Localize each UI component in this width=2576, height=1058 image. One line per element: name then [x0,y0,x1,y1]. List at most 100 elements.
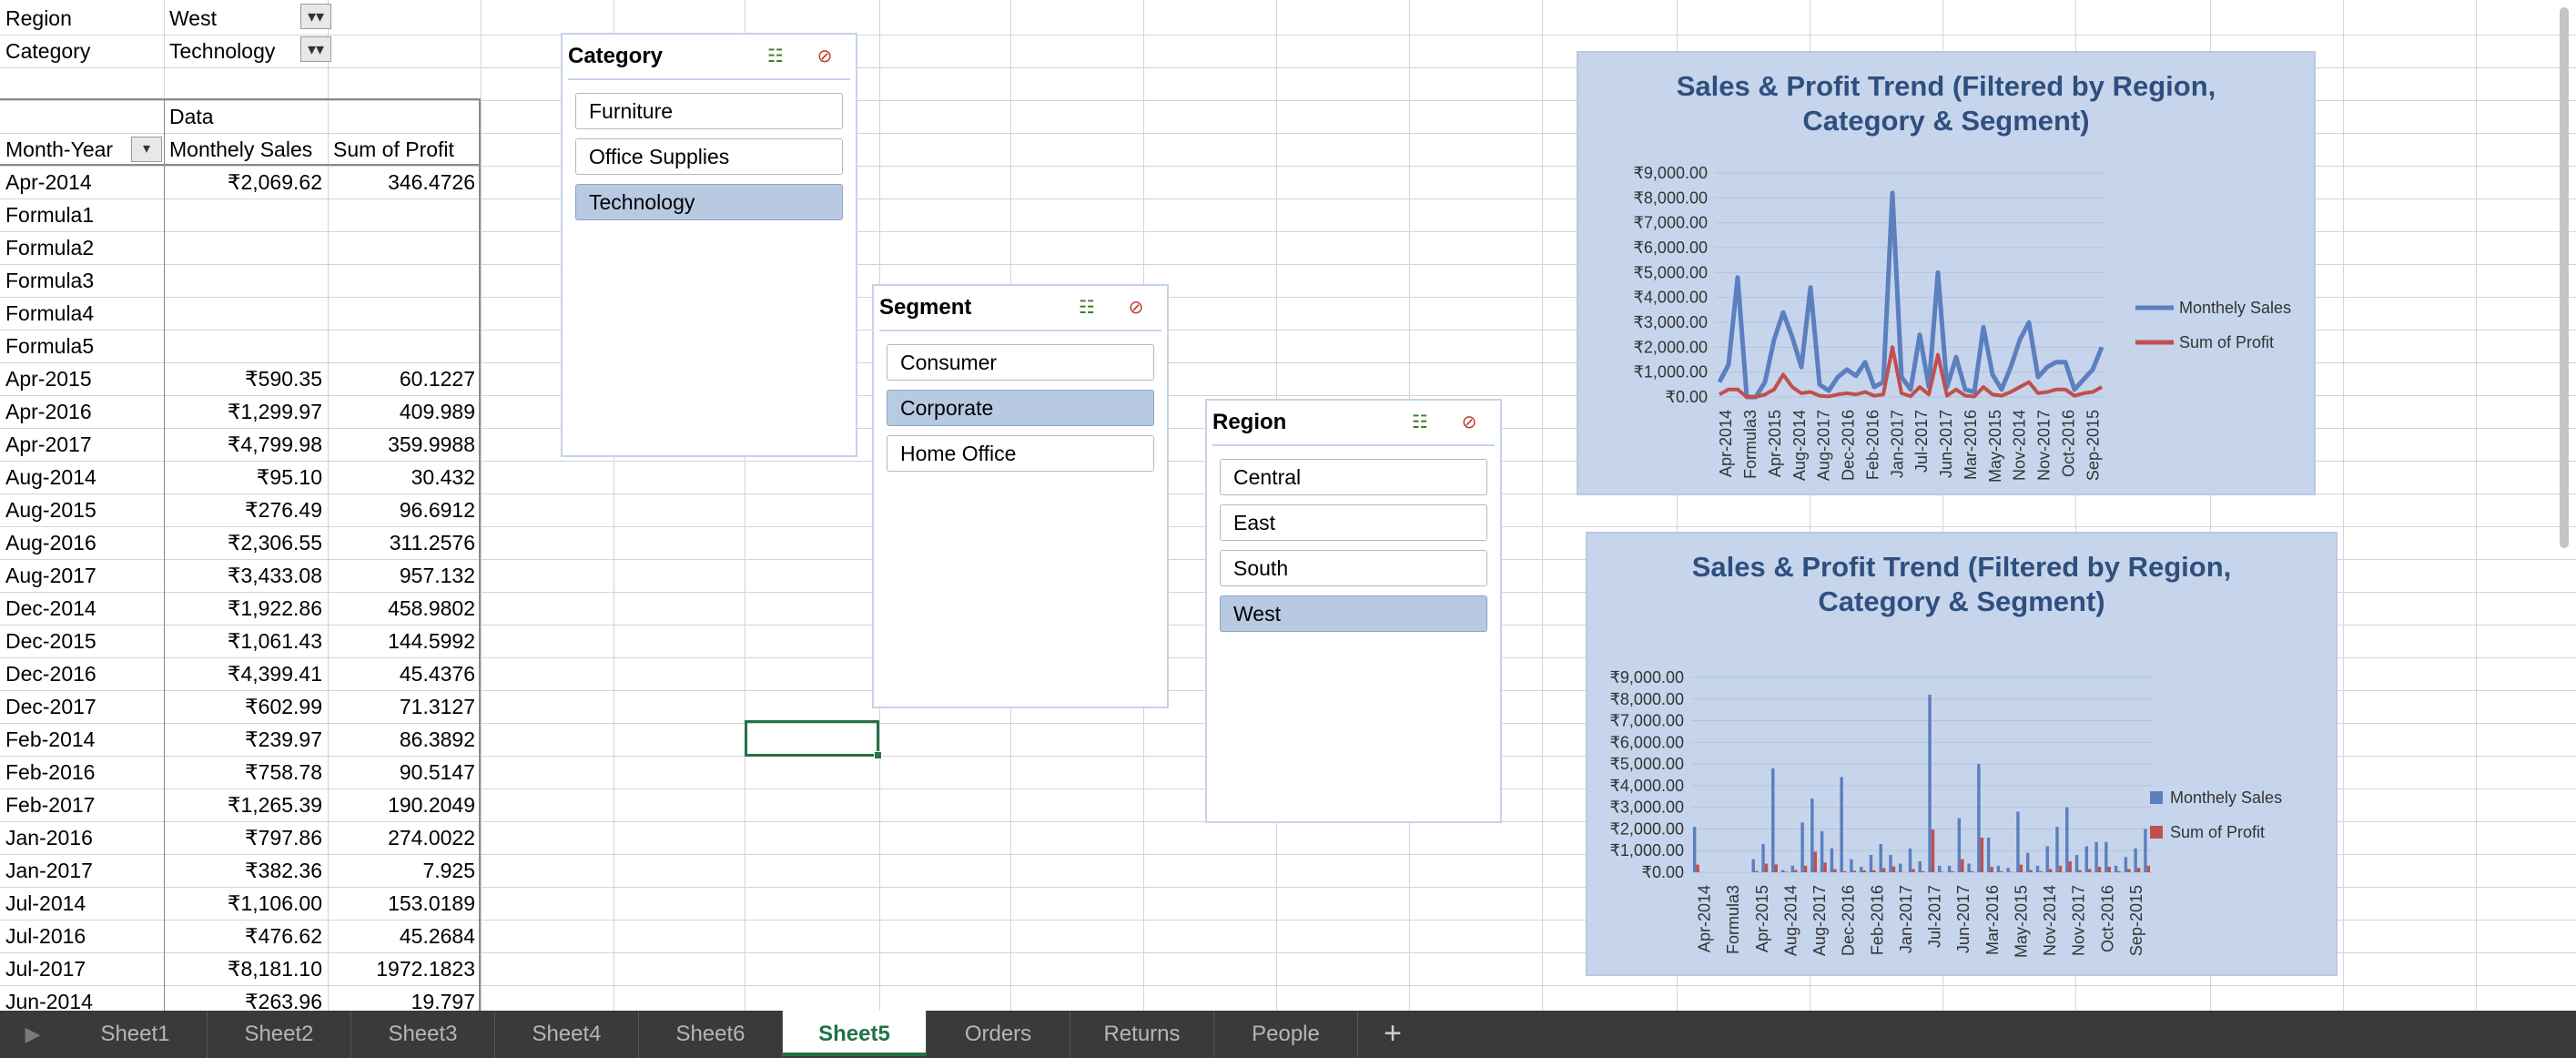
tab-sheet3[interactable]: Sheet3 [351,1011,495,1058]
pivot-row-sales [164,198,328,231]
pivot-row-profit: 144.5992 [388,629,475,653]
bar-chart-panel[interactable]: Sales & Profit Trend (Filtered by Region… [1586,532,2338,976]
fill-handle[interactable] [874,751,882,759]
pivot-row-label: Formula1 [5,203,95,227]
y-tick-label: ₹1,000.00 [1633,363,1708,381]
x-tick-label: Sep-2015 [2127,885,2145,956]
x-tick-label: Oct-2016 [2059,410,2077,477]
pivot-row-sales: ₹1,265.39 [227,793,322,817]
multi-select-icon[interactable]: ☷ [761,44,790,69]
x-tick-label: Nov-2017 [2035,410,2054,481]
pivot-row-label: Jun-2014 [5,990,93,1011]
bar [2127,869,2131,872]
bar [2078,870,2082,872]
row-filter-dropdown-icon[interactable]: ▾ [131,137,162,162]
y-tick-label: ₹3,000.00 [1633,313,1708,331]
multi-select-icon[interactable]: ☷ [1072,295,1101,320]
tab-sheet6[interactable]: Sheet6 [639,1011,783,1058]
slicer-region-item[interactable]: East [1220,504,1487,541]
line-chart-svg: ₹0.00 ₹1,000.00 ₹2,000.00 ₹3,000.00 ₹4,000.0… [1633,164,2291,483]
tab-returns[interactable]: Returns [1070,1011,1214,1058]
pivot-row-sales [164,297,328,330]
bar [2097,867,2102,872]
tab-orders[interactable]: Orders [927,1011,1070,1058]
bar [1891,866,1896,872]
clear-filter-icon[interactable]: ⊘ [810,44,839,69]
x-tick-label: May-2015 [1986,410,2004,483]
slicer-segment-item[interactable]: Corporate [887,390,1154,426]
bar [1928,695,1932,872]
slicer-segment-title: Segment [879,295,972,320]
x-tick-label: Jul-2017 [1912,410,1931,473]
multi-select-icon[interactable]: ☷ [1405,410,1435,435]
pivot-row-sales [164,330,328,362]
slicer-region-item[interactable]: Central [1220,459,1487,495]
slicer-category-item[interactable]: Office Supplies [575,138,843,175]
tab-sheet4[interactable]: Sheet4 [495,1011,639,1058]
x-tick-label: Apr-2014 [1696,885,1714,952]
active-cell-selection[interactable] [745,720,879,757]
bar [1774,864,1778,872]
pivot-row-label: Feb-2014 [5,727,96,751]
clear-filter-icon[interactable]: ⊘ [1455,410,1484,435]
legend-label: Monthely Sales [2179,299,2291,317]
pivot-row-sales: ₹4,799.98 [227,432,322,456]
spreadsheet-grid[interactable]: Region West ▾▾ Category Technology ▾▾ Da… [0,0,2576,1011]
bar [1931,829,1935,872]
x-tick-label: Sep-2015 [2084,410,2102,481]
clear-filter-icon[interactable]: ⊘ [1121,295,1151,320]
bar [1938,865,1942,872]
pivot-row-profit: 45.2684 [399,924,475,948]
y-tick-label: ₹7,000.00 [1609,712,1684,730]
bar [1977,764,1981,872]
pivot-row-profit: 45.4376 [399,662,475,686]
bar [1830,848,1834,872]
slicer-category-title: Category [568,44,664,68]
pivot-row-label: Apr-2015 [5,367,92,391]
pivot-row-profit: 30.432 [411,465,475,489]
slicer-region-item[interactable]: West [1220,595,1487,632]
tab-sheet2[interactable]: Sheet2 [208,1011,351,1058]
y-tick-label: ₹7,000.00 [1633,214,1708,232]
bar [2006,868,2010,872]
line-chart-panel[interactable]: Sales & Profit Trend (Filtered by Region… [1577,51,2316,495]
bar [1840,777,1843,872]
pivot-row-label: Aug-2015 [5,498,96,522]
pivot-row-profit [328,297,481,330]
slicer-segment-item[interactable]: Home Office [887,435,1154,472]
bar [2048,869,2053,872]
add-sheet-button[interactable]: + [1358,1011,1427,1058]
bar [1922,870,1925,872]
x-tick-label: Jul-2017 [1926,885,1944,948]
slicer-region-item[interactable]: South [1220,550,1487,586]
bar [1980,837,1984,872]
bar [1889,854,1892,872]
pivot-row-sales: ₹8,181.10 [227,957,322,981]
x-tick-label: Aug-2017 [1815,410,1833,481]
y-tick-label: ₹6,000.00 [1609,733,1684,751]
slicer-segment-item[interactable]: Consumer [887,344,1154,381]
tab-sheet1[interactable]: Sheet1 [64,1011,208,1058]
y-tick-label: ₹5,000.00 [1609,755,1684,773]
slicer-category-item[interactable]: Furniture [575,93,843,129]
pivot-row-profit [328,231,481,264]
filter-category-value: Technology [169,39,276,63]
slicer-category-item[interactable]: Technology [575,184,843,220]
bar [2107,867,2111,872]
filter-dropdown-icon[interactable]: ▾▾ [300,36,331,62]
x-tick-label: Nov-2017 [2070,885,2088,956]
tab-people[interactable]: People [1214,1011,1358,1058]
vertical-scrollbar[interactable] [2560,7,2569,548]
pivot-row-profit [328,198,481,231]
bar [1764,863,1769,872]
tab-sheet5[interactable]: Sheet5 [783,1011,927,1056]
pivot-row-sales: ₹476.62 [245,924,322,948]
slicer-segment: Segment ☷ ⊘ Consumer Corporate Home Office [872,284,1169,708]
filter-dropdown-icon[interactable]: ▾▾ [300,4,331,29]
pivot-row-label: Feb-2016 [5,760,96,784]
bar [1881,868,1886,872]
series-line [1717,190,2104,400]
pivot-row-sales: ₹276.49 [245,498,322,522]
pivot-row-sales: ₹2,069.62 [227,170,322,194]
tab-scroll-icon[interactable]: ▶ [7,1016,58,1053]
